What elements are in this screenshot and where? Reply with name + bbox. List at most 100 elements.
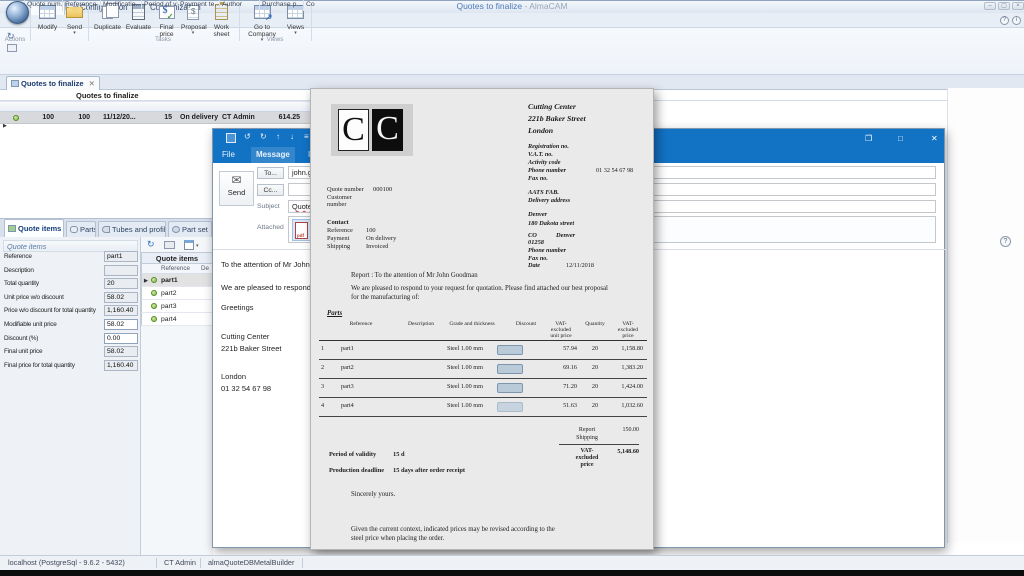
pdf-col: Reference [341,321,381,327]
row-selector-icon [144,274,148,288]
pdf-total-label3: price [569,462,605,468]
pdf-cell-qty: 20 [583,402,607,409]
cell-purchase: 614.25 [259,112,300,124]
duplicate-label: Duplicate [92,24,123,31]
pdf-validity-label: Period of validity [329,451,376,458]
part-set-tab-icon [172,226,180,233]
columns-icon[interactable] [184,240,194,250]
pdf-col: VAT- excluded unit price [547,321,575,339]
close-button[interactable]: × [1012,2,1024,10]
col-reference-label: Reference [65,1,96,8]
list-item-label: part1 [161,274,178,287]
pdf-phone-value: 01 32 54 67 98 [596,167,633,174]
col-co[interactable]: Co [303,0,334,11]
pdf-zip: 01258 [528,239,544,246]
pdf-delivery-label: Delivery address [528,197,570,204]
pdf-cell-price: 1,383.20 [607,364,643,371]
cell-reference: 100 [62,112,90,124]
undo-icon[interactable]: ↺ [244,132,251,142]
doctab-close-icon[interactable]: ✕ [89,79,95,88]
final-price-total-field[interactable]: 1,160.40 [104,360,138,371]
modifiable-unit-price-field[interactable]: 58.02 [104,319,138,330]
minimize-button[interactable]: – [984,2,996,10]
pdf-intro-line: We are pleased to respond to your reques… [351,285,608,292]
pdf-quote-number-label: Quote number [327,186,364,193]
views-caret-icon[interactable] [283,31,308,35]
panel-tab-parts[interactable]: Parts [66,221,96,237]
description-field[interactable] [104,265,138,276]
email-close-icon[interactable]: ✕ [931,134,938,143]
send-dropdown-caret-icon[interactable] [62,31,87,35]
list-item[interactable]: part1 [141,274,213,287]
app-logo-orb-icon[interactable] [6,1,29,24]
unit-price-field[interactable]: 58.02 [104,292,138,303]
maximize-button[interactable]: ▢ [998,2,1010,10]
refresh-list-icon[interactable]: ↻ [147,239,155,250]
total-quantity-field[interactable]: 20 [104,278,138,289]
pdf-note-line: Given the current context, indicated pri… [351,526,555,533]
pdf-company-city: London [528,126,553,135]
redo-icon[interactable]: ↻ [260,132,267,142]
pdf-meta-label: Registration no. [528,143,569,150]
email-body-line: We are pleased to respond to [221,283,319,292]
screen-bottom-band [0,570,1024,576]
pdf-validity-value: 15 d [393,451,405,458]
pdf-customer-label2: number [327,201,347,208]
pdf-table-row: 4 part4 Steel 1.00 mm 51.63 20 1,032.60 [319,398,647,417]
panel-tab-tubes[interactable]: Tubes and profiles [98,221,166,237]
help-icon[interactable]: ? [1000,16,1009,25]
reference-field[interactable]: part1 [104,251,138,262]
panel-tab-part-set[interactable]: Part set [168,221,212,237]
email-restore-icon[interactable]: ❐ [865,134,872,143]
list-col-reference[interactable]: Reference [161,265,190,272]
panel-tab-parts-label: Parts [80,225,96,234]
qat-menu-icon[interactable]: ≡ [304,132,309,142]
info-icon[interactable]: i [1012,16,1021,25]
cc-button[interactable]: Cc... [257,184,284,196]
col-modification[interactable]: Modificatio... [100,0,141,11]
right-side-panel [947,88,1024,543]
pdf-preview-window[interactable]: C C Cutting Center 221b Baker Street Lon… [310,88,654,550]
refresh-action-icon[interactable]: ↻ [7,31,15,42]
pdf-cell-grade: Steel 1.00 mm [447,364,483,371]
col-period[interactable]: Period of v... [141,0,177,11]
col-quote-num[interactable]: Quote num... [24,0,62,11]
price-total-field[interactable]: 1,160.40 [104,305,138,316]
col-purchase[interactable]: Purchase p... [259,0,303,11]
pdf-reference-value: 100 [366,227,376,234]
list-item[interactable]: part4 [141,313,213,326]
save-icon[interactable] [226,133,236,143]
export-action-icon[interactable] [7,44,17,52]
panel-tab-quote-items-label: Quote items [18,224,61,233]
print-icon[interactable] [164,241,175,249]
email-tab-file[interactable]: File [217,147,240,163]
final-unit-price-field[interactable]: 58.02 [104,346,138,357]
pdf-meta-label: Activity code [528,159,560,166]
list-item[interactable]: part3 [141,300,213,313]
panel-tab-quote-items[interactable]: Quote items [4,219,64,237]
col-reference[interactable]: Reference [62,0,100,11]
discount-field[interactable]: 0.00 [104,333,138,344]
pdf-recipient-phone-label: Phone number [528,247,566,254]
email-tab-message[interactable]: Message [251,147,295,163]
email-send-button[interactable]: ✉ Send [219,171,254,206]
list-item[interactable]: part2 [141,287,213,300]
columns-caret-icon[interactable]: ▾ [196,243,199,249]
list-col-description[interactable]: De [201,265,209,272]
modify-label: Modify [34,24,61,31]
col-payment[interactable]: Payment te... [177,0,219,11]
pdf-col: Discount [511,321,541,327]
to-button[interactable]: To... [257,167,284,179]
email-maximize-icon[interactable]: □ [898,134,903,143]
move-up-icon[interactable]: ↑ [276,132,280,142]
proposal-dropdown-caret-icon[interactable] [181,31,205,35]
move-down-icon[interactable]: ↓ [290,132,294,142]
help-circle-icon[interactable]: ? [1000,236,1011,247]
col-author[interactable]: Author [219,0,259,11]
pdf-recipient-street: 180 Dakota street [528,220,574,227]
doctab-quotes-to-finalize[interactable]: Quotes to finalize ✕ [6,76,100,90]
pdf-meta-label: V.A.T. no. [528,151,553,158]
pdf-cell-unit-price: 71.20 [545,383,577,390]
item-status-icon [151,303,157,309]
pdf-table-row: 1 part1 Steel 1.00 mm 57.94 20 1,158.80 [319,341,647,360]
